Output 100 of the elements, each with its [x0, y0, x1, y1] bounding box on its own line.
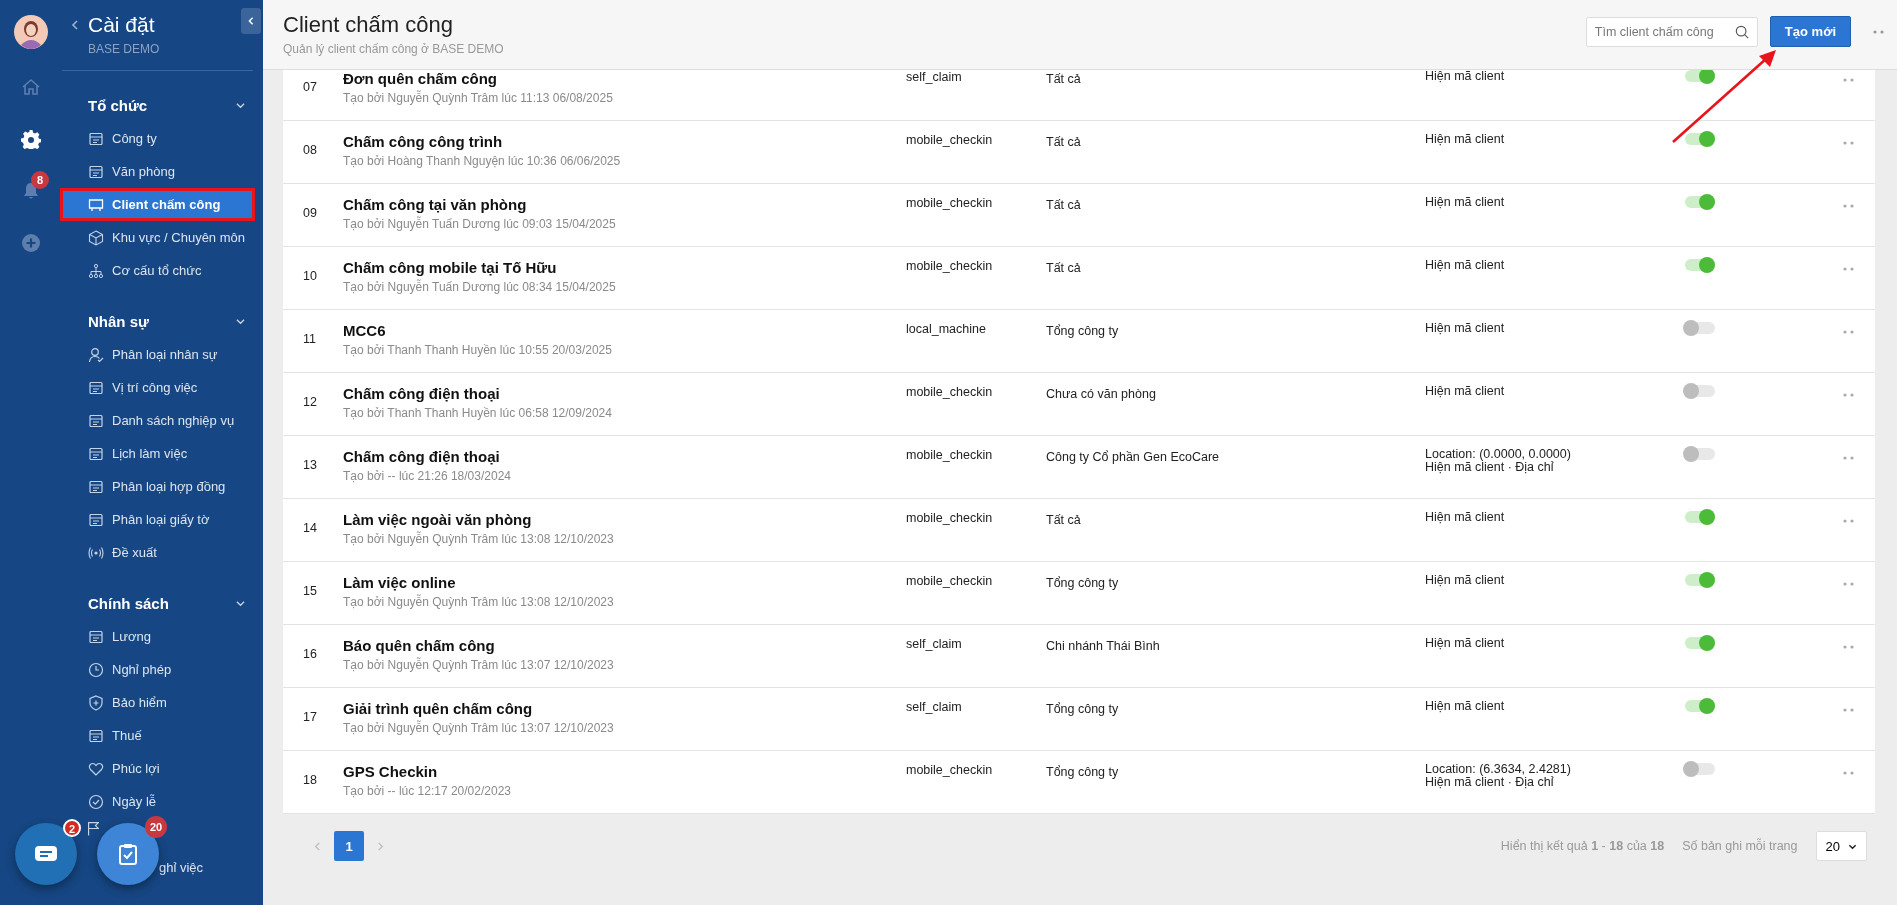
- toggle-switch[interactable]: [1685, 196, 1715, 208]
- scope-cell-text: Tổng công ty: [1046, 701, 1120, 716]
- toggle-switch[interactable]: [1685, 133, 1715, 145]
- menu-item[interactable]: Ngày lễ: [62, 785, 253, 818]
- display-text: Hiện mã client: [1425, 511, 1506, 524]
- chevron-icon[interactable]: [236, 599, 245, 608]
- menu-item[interactable]: Phân loại giấy tờ: [62, 503, 253, 536]
- scope-cell-text: Tất cả: [1046, 260, 1082, 275]
- more-icon[interactable]: [1843, 582, 1855, 586]
- section-title[interactable]: Tổ chức: [88, 97, 148, 114]
- toggle-switch[interactable]: [1685, 448, 1715, 460]
- more-icon[interactable]: [1873, 29, 1885, 34]
- page-button[interactable]: 1: [334, 831, 364, 861]
- client-name[interactable]: Chấm công điện thoại: [343, 385, 906, 402]
- toggle-switch[interactable]: [1685, 700, 1715, 712]
- back-icon[interactable]: [70, 20, 80, 30]
- type-cell-text: self_claim: [906, 70, 963, 84]
- created-by-text: Tạo bởi -- lúc 12:17 20/02/2023: [343, 784, 512, 798]
- toggle-switch[interactable]: [1685, 637, 1715, 649]
- chat-button[interactable]: [15, 823, 77, 885]
- display-text: Hiện mã client: [1425, 70, 1506, 83]
- type-cell-text: self_claim: [906, 637, 963, 651]
- settings-icon[interactable]: [21, 129, 41, 149]
- more-icon[interactable]: [1843, 204, 1855, 208]
- client-name[interactable]: Làm việc ngoài văn phòng: [343, 511, 906, 528]
- menu-item[interactable]: Cơ cấu tổ chức: [62, 254, 253, 287]
- more-icon[interactable]: [1843, 645, 1855, 649]
- client-name[interactable]: Chấm công điện thoại: [343, 448, 906, 465]
- menu-item[interactable]: Khu vực / Chuyên môn: [62, 221, 253, 254]
- menu-item[interactable]: Văn phòng: [62, 155, 253, 188]
- search-field[interactable]: Tìm client chấm công: [1585, 16, 1758, 47]
- client-name[interactable]: Chấm công mobile tại Tố Hữu: [343, 259, 906, 276]
- section-title[interactable]: Nhân sự: [88, 313, 149, 330]
- toggle-switch[interactable]: [1685, 70, 1715, 82]
- created-by-text: Tạo bởi -- lúc 21:26 18/03/2024: [343, 469, 512, 483]
- client-name[interactable]: Báo quên chấm công: [343, 637, 906, 654]
- created-by-text: Tạo bởi Thanh Thanh Huyền lúc 10:55 20/03/2025: [343, 343, 613, 357]
- collapse-button[interactable]: [241, 8, 261, 34]
- client-name[interactable]: MCC6: [343, 322, 906, 339]
- menu-item[interactable]: Client chấm công: [60, 188, 255, 221]
- display-text: Hiện mã client: [1425, 196, 1506, 209]
- add-icon[interactable]: [21, 233, 41, 253]
- menu-item[interactable]: Lịch làm việc: [62, 437, 253, 470]
- menu-item[interactable]: Thuế: [62, 719, 253, 752]
- page-size-select[interactable]: 20: [1815, 831, 1867, 861]
- client-name[interactable]: Chấm công công trình: [343, 133, 906, 150]
- menu-item[interactable]: Lương: [62, 620, 253, 653]
- menu-item[interactable]: Phúc lợi: [62, 752, 253, 785]
- client-name[interactable]: GPS Checkin: [343, 763, 906, 780]
- more-icon[interactable]: [1843, 708, 1855, 712]
- row-number: 16: [302, 646, 318, 661]
- toggle-switch[interactable]: [1685, 259, 1715, 271]
- client-name[interactable]: Làm việc online: [343, 574, 906, 591]
- scope-cell-text: Chưa có văn phòng: [1046, 386, 1157, 401]
- toggle-switch[interactable]: [1685, 763, 1715, 775]
- type-cell-text: local_machine: [906, 322, 987, 336]
- more-icon[interactable]: [1843, 393, 1855, 397]
- next-icon[interactable]: [376, 841, 385, 851]
- chevron-icon[interactable]: [236, 317, 245, 326]
- client-name[interactable]: Đơn quên chấm công: [343, 70, 906, 87]
- type-cell-text: mobile_checkin: [906, 448, 994, 462]
- menu-item[interactable]: Bảo hiểm: [62, 686, 253, 719]
- more-icon[interactable]: [1843, 141, 1855, 145]
- avatar[interactable]: [14, 15, 48, 49]
- more-icon[interactable]: [1843, 267, 1855, 271]
- menu-item[interactable]: ghỉ việc: [159, 860, 204, 875]
- menu-item[interactable]: Nghỉ phép: [62, 653, 253, 686]
- menu-item[interactable]: Công ty: [62, 122, 253, 155]
- chat-icon: [34, 844, 58, 864]
- cube-icon: [88, 229, 104, 246]
- create-button[interactable]: Tạo mới: [1769, 16, 1851, 47]
- menu-item[interactable]: Danh sách nghiệp vụ: [62, 404, 253, 437]
- panel-subtitle: BASE DEMO: [88, 42, 160, 56]
- more-icon[interactable]: [1843, 78, 1855, 82]
- chevron-icon: [247, 17, 255, 25]
- heart-icon: [88, 760, 104, 777]
- display-text: Hiện mã client: [1425, 574, 1506, 587]
- client-name[interactable]: Giải trình quên chấm công: [343, 700, 906, 717]
- previous-icon[interactable]: [313, 841, 322, 851]
- menu-item[interactable]: Đề xuất: [62, 536, 253, 569]
- flag-icon[interactable]: [88, 822, 99, 836]
- toggle-switch[interactable]: [1685, 511, 1715, 523]
- client-name[interactable]: Chấm công tại văn phòng: [343, 196, 906, 213]
- more-icon[interactable]: [1843, 519, 1855, 523]
- more-icon[interactable]: [1843, 330, 1855, 334]
- chevron-icon[interactable]: [236, 101, 245, 110]
- more-icon[interactable]: [1843, 456, 1855, 460]
- section-title[interactable]: Chính sách: [88, 595, 169, 612]
- created-by-text: Tạo bởi Thanh Thanh Huyền lúc 06:58 12/09/2024: [343, 406, 613, 420]
- menu-item[interactable]: Phân loại nhân sự: [62, 338, 253, 371]
- menu-item[interactable]: Vị trí công việc: [62, 371, 253, 404]
- more-icon[interactable]: [1843, 771, 1855, 775]
- menu-item[interactable]: Phân loại hợp đồng: [62, 470, 253, 503]
- toggle-switch[interactable]: [1685, 322, 1715, 334]
- home-icon[interactable]: [21, 77, 41, 97]
- created-by-text: Tạo bởi Nguyễn Quỳnh Trâm lúc 11:13 06/08/2025: [343, 91, 614, 105]
- results-summary: Hiển thị kết quả 1 - 18 của 18: [1500, 839, 1665, 853]
- check-circle-icon: [88, 793, 104, 810]
- toggle-switch[interactable]: [1685, 385, 1715, 397]
- toggle-switch[interactable]: [1685, 574, 1715, 586]
